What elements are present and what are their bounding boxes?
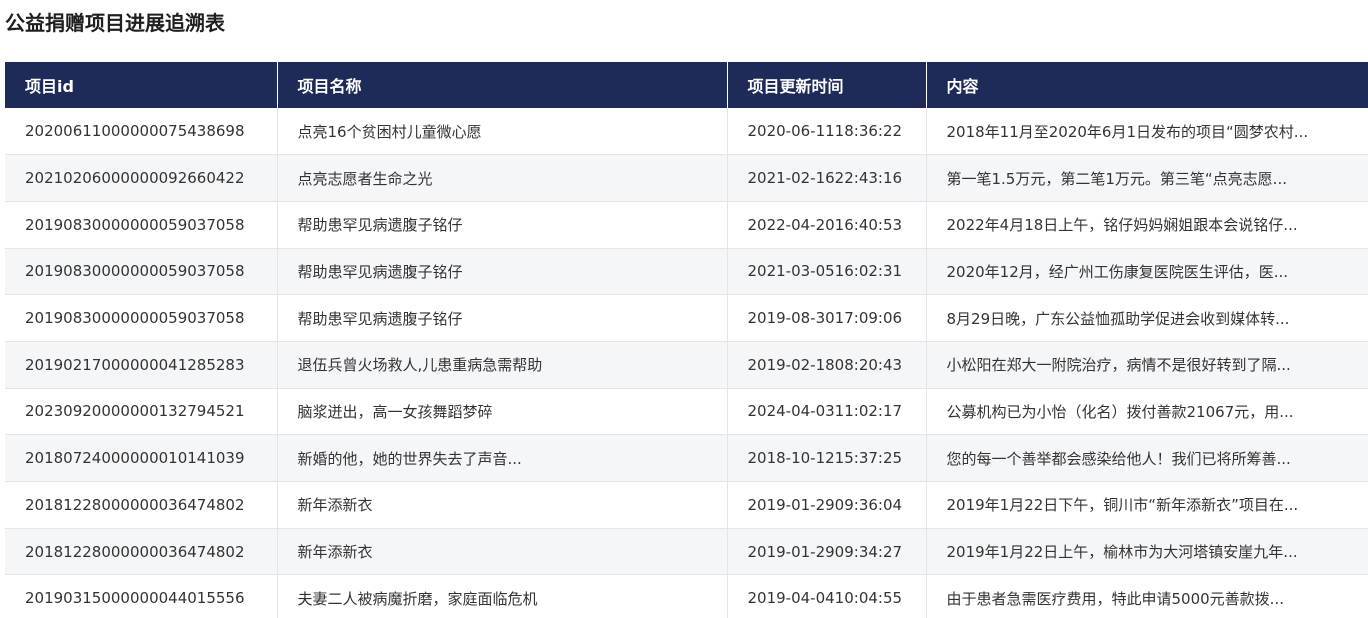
cell-project-name: 新年添新衣 [277,481,728,529]
cell-project-name: 新年添新衣 [277,528,728,576]
cell-project-name: 帮助患罕见病遗腹子铭仔 [277,294,728,342]
project-table-container: 项目id 项目名称 项目更新时间 内容 20200611000000075438… [5,62,1368,618]
cell-project-id: 20190217000000041285283 [5,341,278,389]
cell-project-id: 20190830000000059037058 [5,201,278,249]
table-row[interactable]: 20190217000000041285283 退伍兵曾火场救人,儿患重病急需帮… [5,341,1368,389]
cell-project-name: 退伍兵曾火场救人,儿患重病急需帮助 [277,341,728,389]
table-row[interactable]: 20190830000000059037058 帮助患罕见病遗腹子铭仔 2022… [5,201,1368,249]
cell-project-name: 夫妻二人被病魔折磨，家庭面临危机 [277,574,728,618]
column-header-content[interactable]: 内容 [926,62,1368,108]
cell-update-time: 2019-02-1808:20:43 [727,341,927,389]
cell-project-name: 新婚的他，她的世界失去了声音... [277,434,728,482]
cell-project-id: 20210206000000092660422 [5,154,278,202]
table-row[interactable]: 20181228000000036474802 新年添新衣 2019-01-29… [5,481,1368,529]
table-row[interactable]: 20210206000000092660422 点亮志愿者生命之光 2021-0… [5,154,1368,202]
cell-update-time: 2021-02-1622:43:16 [727,154,927,202]
cell-update-time: 2022-04-2016:40:53 [727,201,927,249]
cell-project-name: 点亮志愿者生命之光 [277,154,728,202]
cell-update-time: 2019-01-2909:36:04 [727,481,927,529]
cell-update-time: 2018-10-1215:37:25 [727,434,927,482]
table-header: 项目id 项目名称 项目更新时间 内容 [5,62,1368,108]
cell-content: 2019年1月22日上午，榆林市为大河塔镇安崖九年... [926,528,1368,576]
cell-update-time: 2021-03-0516:02:31 [727,248,927,296]
cell-content: 2022年4月18日上午，铭仔妈妈娴姐跟本会说铭仔... [926,201,1368,249]
cell-update-time: 2019-04-0410:04:55 [727,574,927,618]
cell-project-id: 20181228000000036474802 [5,481,278,529]
table-row[interactable]: 20190315000000044015556 夫妻二人被病魔折磨，家庭面临危机… [5,574,1368,618]
cell-content: 您的每一个善举都会感染给他人！我们已将所筹善... [926,434,1368,482]
column-header-project-id[interactable]: 项目id [5,62,278,108]
cell-content: 公募机构已为小怡（化名）拨付善款21067元，用... [926,388,1368,436]
project-progress-table: 项目id 项目名称 项目更新时间 内容 20200611000000075438… [5,62,1368,618]
cell-update-time: 2019-01-2909:34:27 [727,528,927,576]
cell-project-name: 帮助患罕见病遗腹子铭仔 [277,201,728,249]
table-row[interactable]: 20181228000000036474802 新年添新衣 2019-01-29… [5,528,1368,576]
cell-content: 2020年12月，经广州工伤康复医院医生评估，医... [926,248,1368,296]
cell-project-id: 20190830000000059037058 [5,248,278,296]
cell-project-id: 20230920000000132794521 [5,388,278,436]
cell-project-name: 帮助患罕见病遗腹子铭仔 [277,248,728,296]
cell-content: 小松阳在郑大一附院治疗，病情不是很好转到了隔... [926,341,1368,389]
cell-project-id: 20180724000000010141039 [5,434,278,482]
table-row[interactable]: 20200611000000075438698 点亮16个贫困村儿童微心愿 20… [5,108,1368,156]
cell-content: 第一笔1.5万元，第二笔1万元。第三笔“点亮志愿... [926,154,1368,202]
table-row[interactable]: 20180724000000010141039 新婚的他，她的世界失去了声音..… [5,434,1368,482]
table-body: 20200611000000075438698 点亮16个贫困村儿童微心愿 20… [5,108,1368,618]
column-header-update-time[interactable]: 项目更新时间 [727,62,927,108]
table-row[interactable]: 20190830000000059037058 帮助患罕见病遗腹子铭仔 2021… [5,248,1368,296]
cell-content: 2018年11月至2020年6月1日发布的项目“圆梦农村... [926,108,1368,156]
cell-project-id: 20190830000000059037058 [5,294,278,342]
cell-update-time: 2024-04-0311:02:17 [727,388,927,436]
cell-project-id: 20190315000000044015556 [5,574,278,618]
cell-project-name: 点亮16个贫困村儿童微心愿 [277,108,728,156]
page-title: 公益捐赠项目进展追溯表 [5,11,225,35]
cell-project-id: 20200611000000075438698 [5,108,278,156]
cell-project-id: 20181228000000036474802 [5,528,278,576]
cell-update-time: 2020-06-1118:36:22 [727,108,927,156]
cell-content: 8月29日晚，广东公益恤孤助学促进会收到媒体转... [926,294,1368,342]
cell-project-name: 脑浆迸出，高一女孩舞蹈梦碎 [277,388,728,436]
table-header-row: 项目id 项目名称 项目更新时间 内容 [5,62,1368,108]
column-header-project-name[interactable]: 项目名称 [277,62,728,108]
cell-update-time: 2019-08-3017:09:06 [727,294,927,342]
table-row[interactable]: 20190830000000059037058 帮助患罕见病遗腹子铭仔 2019… [5,294,1368,342]
table-row[interactable]: 20230920000000132794521 脑浆迸出，高一女孩舞蹈梦碎 20… [5,388,1368,436]
cell-content: 2019年1月22日下午，铜川市“新年添新衣”项目在... [926,481,1368,529]
cell-content: 由于患者急需医疗费用，特此申请5000元善款拨... [926,574,1368,618]
